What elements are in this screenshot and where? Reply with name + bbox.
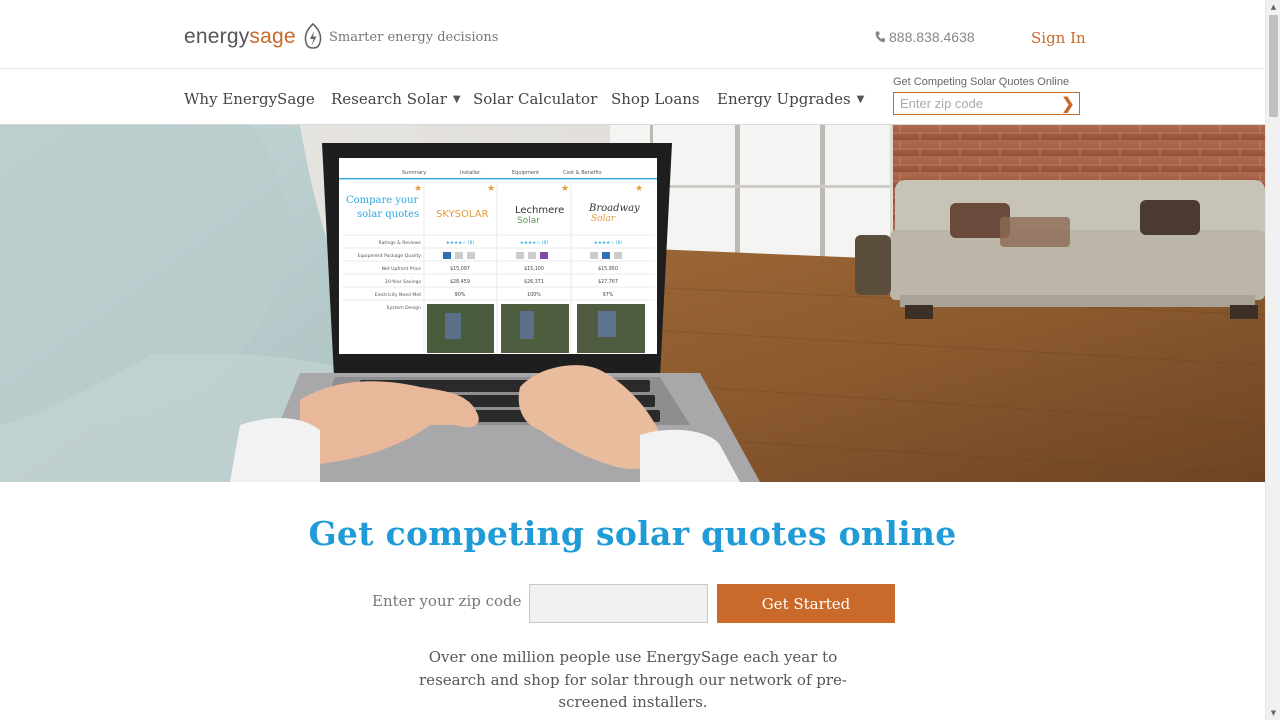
nav-item-solar-calculator[interactable]: Solar Calculator bbox=[473, 90, 597, 108]
leaf-bolt-icon bbox=[304, 22, 322, 49]
star-icon: ★ bbox=[414, 184, 422, 194]
logo-wordmark-sage: sage bbox=[249, 25, 296, 48]
nav-zip-input[interactable] bbox=[894, 93, 1059, 114]
vertical-scrollbar[interactable]: ▲ ▼ bbox=[1265, 0, 1280, 720]
phone-number[interactable]: 888.838.4638 bbox=[875, 29, 975, 45]
screen-tab: Summary bbox=[402, 170, 426, 176]
nav-item-label: Research Solar bbox=[331, 90, 447, 108]
zip-label: Enter your zip code bbox=[372, 592, 522, 610]
sign-in-link[interactable]: Sign In bbox=[1031, 29, 1086, 47]
installer-logo-3: Broadway bbox=[588, 203, 640, 214]
screen-tab: Cost & Benefits bbox=[563, 170, 602, 176]
rating-cell: ★★★★☆ (8) bbox=[594, 240, 623, 246]
need-met-cell: 100% bbox=[527, 292, 541, 298]
rating-cell: ★★★★☆ (8) bbox=[520, 240, 549, 246]
price-cell: $15,100 bbox=[524, 266, 544, 272]
screen-tab: Equipment bbox=[512, 170, 539, 176]
row-label: 20-Year Savings bbox=[385, 279, 422, 285]
price-cell: $15,097 bbox=[450, 266, 470, 272]
logo-wordmark-energy: energy bbox=[184, 25, 250, 48]
nav-item-research-solar[interactable]: Research Solar ▼ bbox=[331, 90, 461, 108]
row-label: Ratings & Reviews bbox=[379, 240, 422, 246]
screen-title: Compare your bbox=[346, 195, 419, 206]
price-cell: $15,950 bbox=[598, 266, 618, 272]
screen-tab: Installer bbox=[460, 170, 481, 176]
hero-photo: Summary Installer Equipment Cost & Benef… bbox=[0, 125, 1265, 482]
nav-item-label: Solar Calculator bbox=[473, 90, 598, 108]
nav-item-energy-upgrades[interactable]: Energy Upgrades ▼ bbox=[717, 90, 864, 108]
caret-down-icon: ▼ bbox=[452, 93, 461, 105]
phone-text: 888.838.4638 bbox=[889, 29, 975, 45]
installer-logo-3b: Solar bbox=[591, 214, 616, 224]
phone-icon bbox=[875, 31, 885, 43]
page-headline: Get competing solar quotes online bbox=[308, 514, 957, 553]
row-label: System Design bbox=[387, 305, 422, 311]
installer-logo-1: SKYSOLAR bbox=[436, 209, 489, 220]
row-label: Electricity Need Met bbox=[375, 292, 422, 298]
nav-item-label: Shop Loans bbox=[611, 90, 700, 108]
screen-title: solar quotes bbox=[357, 209, 419, 220]
installer-logo-2b: Solar bbox=[517, 216, 540, 226]
nav-item-why-energysage[interactable]: Why EnergySage bbox=[184, 90, 315, 108]
tagline: Smarter energy decisions bbox=[329, 30, 499, 45]
star-icon: ★ bbox=[561, 184, 569, 194]
need-met-cell: 97% bbox=[603, 292, 614, 298]
scrollbar-thumb[interactable] bbox=[1269, 15, 1278, 117]
scroll-up-icon[interactable]: ▲ bbox=[1266, 0, 1280, 14]
logo-wordmark: energysage bbox=[184, 25, 296, 49]
rating-cell: ★★★★☆ (8) bbox=[446, 240, 475, 246]
caret-down-icon: ▼ bbox=[856, 93, 865, 105]
intro-blurb: Over one million people use EnergySage e… bbox=[419, 648, 847, 711]
star-icon: ★ bbox=[635, 184, 643, 194]
chevron-right-icon[interactable]: ❯ bbox=[1059, 93, 1077, 114]
nav-item-label: Why EnergySage bbox=[184, 90, 315, 108]
nav-item-label: Energy Upgrades bbox=[717, 90, 851, 108]
hero-image: Summary Installer Equipment Cost & Benef… bbox=[0, 125, 1265, 482]
nav-zip-form: ❯ bbox=[893, 92, 1080, 115]
savings-cell: $28,459 bbox=[450, 279, 470, 285]
need-met-cell: 90% bbox=[455, 292, 466, 298]
top-bar: energysage Smarter energy decisions 888.… bbox=[0, 0, 1265, 69]
zip-code-input[interactable] bbox=[529, 584, 708, 623]
get-started-button[interactable]: Get Started bbox=[717, 584, 895, 623]
logo[interactable]: energysage bbox=[184, 22, 325, 52]
row-label: Net Upfront Price bbox=[382, 266, 422, 272]
scroll-down-icon[interactable]: ▼ bbox=[1266, 706, 1280, 720]
installer-logo-2: Lechmere bbox=[515, 205, 564, 216]
savings-cell: $26,371 bbox=[524, 279, 544, 285]
savings-cell: $27,767 bbox=[598, 279, 618, 285]
row-label: Equipment Package Quality bbox=[358, 253, 422, 259]
nav-item-shop-loans[interactable]: Shop Loans bbox=[611, 90, 700, 108]
nav-quote-label: Get Competing Solar Quotes Online bbox=[893, 76, 1070, 88]
star-icon: ★ bbox=[487, 184, 495, 194]
main-nav: Why EnergySage Research Solar ▼ Solar Ca… bbox=[0, 70, 1265, 125]
